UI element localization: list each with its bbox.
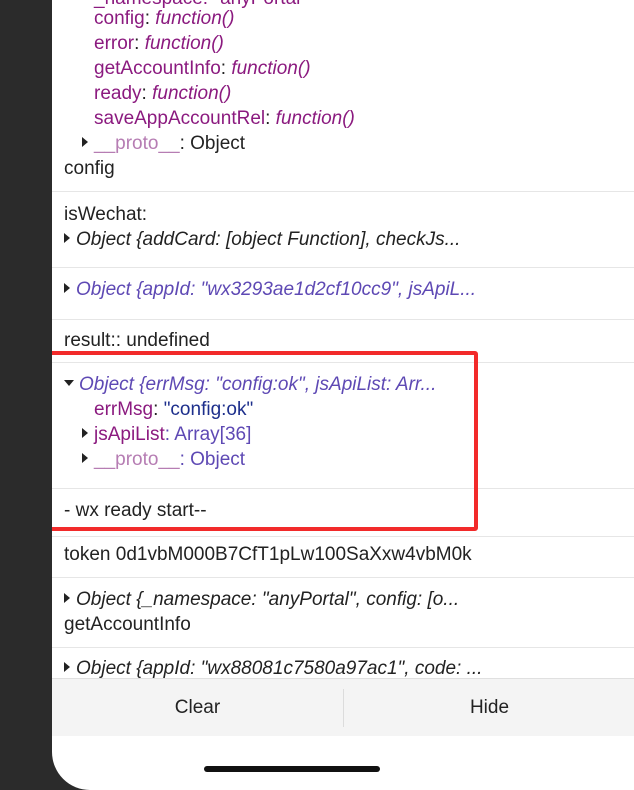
prop-row: config: function() xyxy=(94,8,235,29)
prop-value: function() xyxy=(231,58,311,79)
object-summary: Object {appId: "wx3293ae1d2cf10cc9", jsA… xyxy=(76,279,477,300)
expand-triangle-icon[interactable] xyxy=(82,136,88,147)
object-summary: Object {_namespace: "anyPortal", config:… xyxy=(76,589,460,610)
expand-triangle-icon[interactable] xyxy=(64,232,70,243)
prop-row: getAccountInfo: function() xyxy=(94,58,311,79)
log-entry-iswechat: isWechat: Object {addCard: [object Funct… xyxy=(52,192,634,268)
log-label: config xyxy=(64,158,115,179)
expand-triangle-icon[interactable] xyxy=(64,661,70,672)
home-indicator xyxy=(204,766,380,772)
object-row[interactable]: Object {addCard: [object Function], chec… xyxy=(64,227,460,252)
proto-row[interactable]: __proto__: Object xyxy=(82,131,245,156)
log-entry-appid-code: Object {appId: "wx88081c7580a97ac1", cod… xyxy=(52,648,634,678)
expand-triangle-icon[interactable] xyxy=(64,282,70,293)
object-row[interactable]: Object {appId: "wx88081c7580a97ac1", cod… xyxy=(64,656,482,678)
log-entry-getaccountinfo: Object {_namespace: "anyPortal", config:… xyxy=(52,578,634,648)
prop-row: error: function() xyxy=(94,33,224,54)
log-entry-token: token 0d1vbM000B7CfT1pLw100SaXxw4vbM0k xyxy=(52,537,634,578)
prop-key: getAccountInfo xyxy=(94,58,221,79)
highlight-box xyxy=(52,351,478,531)
object-row[interactable]: Object {appId: "wx3293ae1d2cf10cc9", jsA… xyxy=(64,277,476,302)
prop-value: function() xyxy=(152,83,232,104)
prop-key: ready xyxy=(94,83,142,104)
object-summary: Object {addCard: [object Function], chec… xyxy=(76,229,461,250)
phone-screen: _namespace: "anyPortal" config: function… xyxy=(52,0,634,790)
prop-key: error xyxy=(94,33,135,54)
log-entry-appid: Object {appId: "wx3293ae1d2cf10cc9", jsA… xyxy=(52,268,634,320)
object-row[interactable]: Object {_namespace: "anyPortal", config:… xyxy=(64,587,459,612)
log-label: isWechat: xyxy=(64,204,148,225)
log-label: getAccountInfo xyxy=(64,614,191,635)
prop-row: saveAppAccountRel: function() xyxy=(94,108,355,129)
prop-row: ready: function() xyxy=(94,83,232,104)
object-summary: Object {appId: "wx88081c7580a97ac1", cod… xyxy=(76,658,483,678)
prop-value: function() xyxy=(275,108,355,129)
prop-value: function() xyxy=(155,8,235,29)
log-text: token 0d1vbM000B7CfT1pLw100SaXxw4vbM0k xyxy=(64,544,472,565)
console-log-panel[interactable]: _namespace: "anyPortal" config: function… xyxy=(52,0,634,678)
console-toolbar: Clear Hide xyxy=(52,678,634,736)
hide-button[interactable]: Hide xyxy=(344,679,634,737)
proto-key: __proto__ xyxy=(94,133,180,154)
log-text: result:: undefined xyxy=(64,330,210,351)
prop-key: saveAppAccountRel xyxy=(94,108,266,129)
prop-key: config xyxy=(94,8,145,29)
prop-value: function() xyxy=(144,33,224,54)
clear-button[interactable]: Clear xyxy=(52,679,343,737)
expand-triangle-icon[interactable] xyxy=(64,592,70,603)
log-entry-config: _namespace: "anyPortal" config: function… xyxy=(52,0,634,192)
proto-value: Object xyxy=(190,133,246,154)
